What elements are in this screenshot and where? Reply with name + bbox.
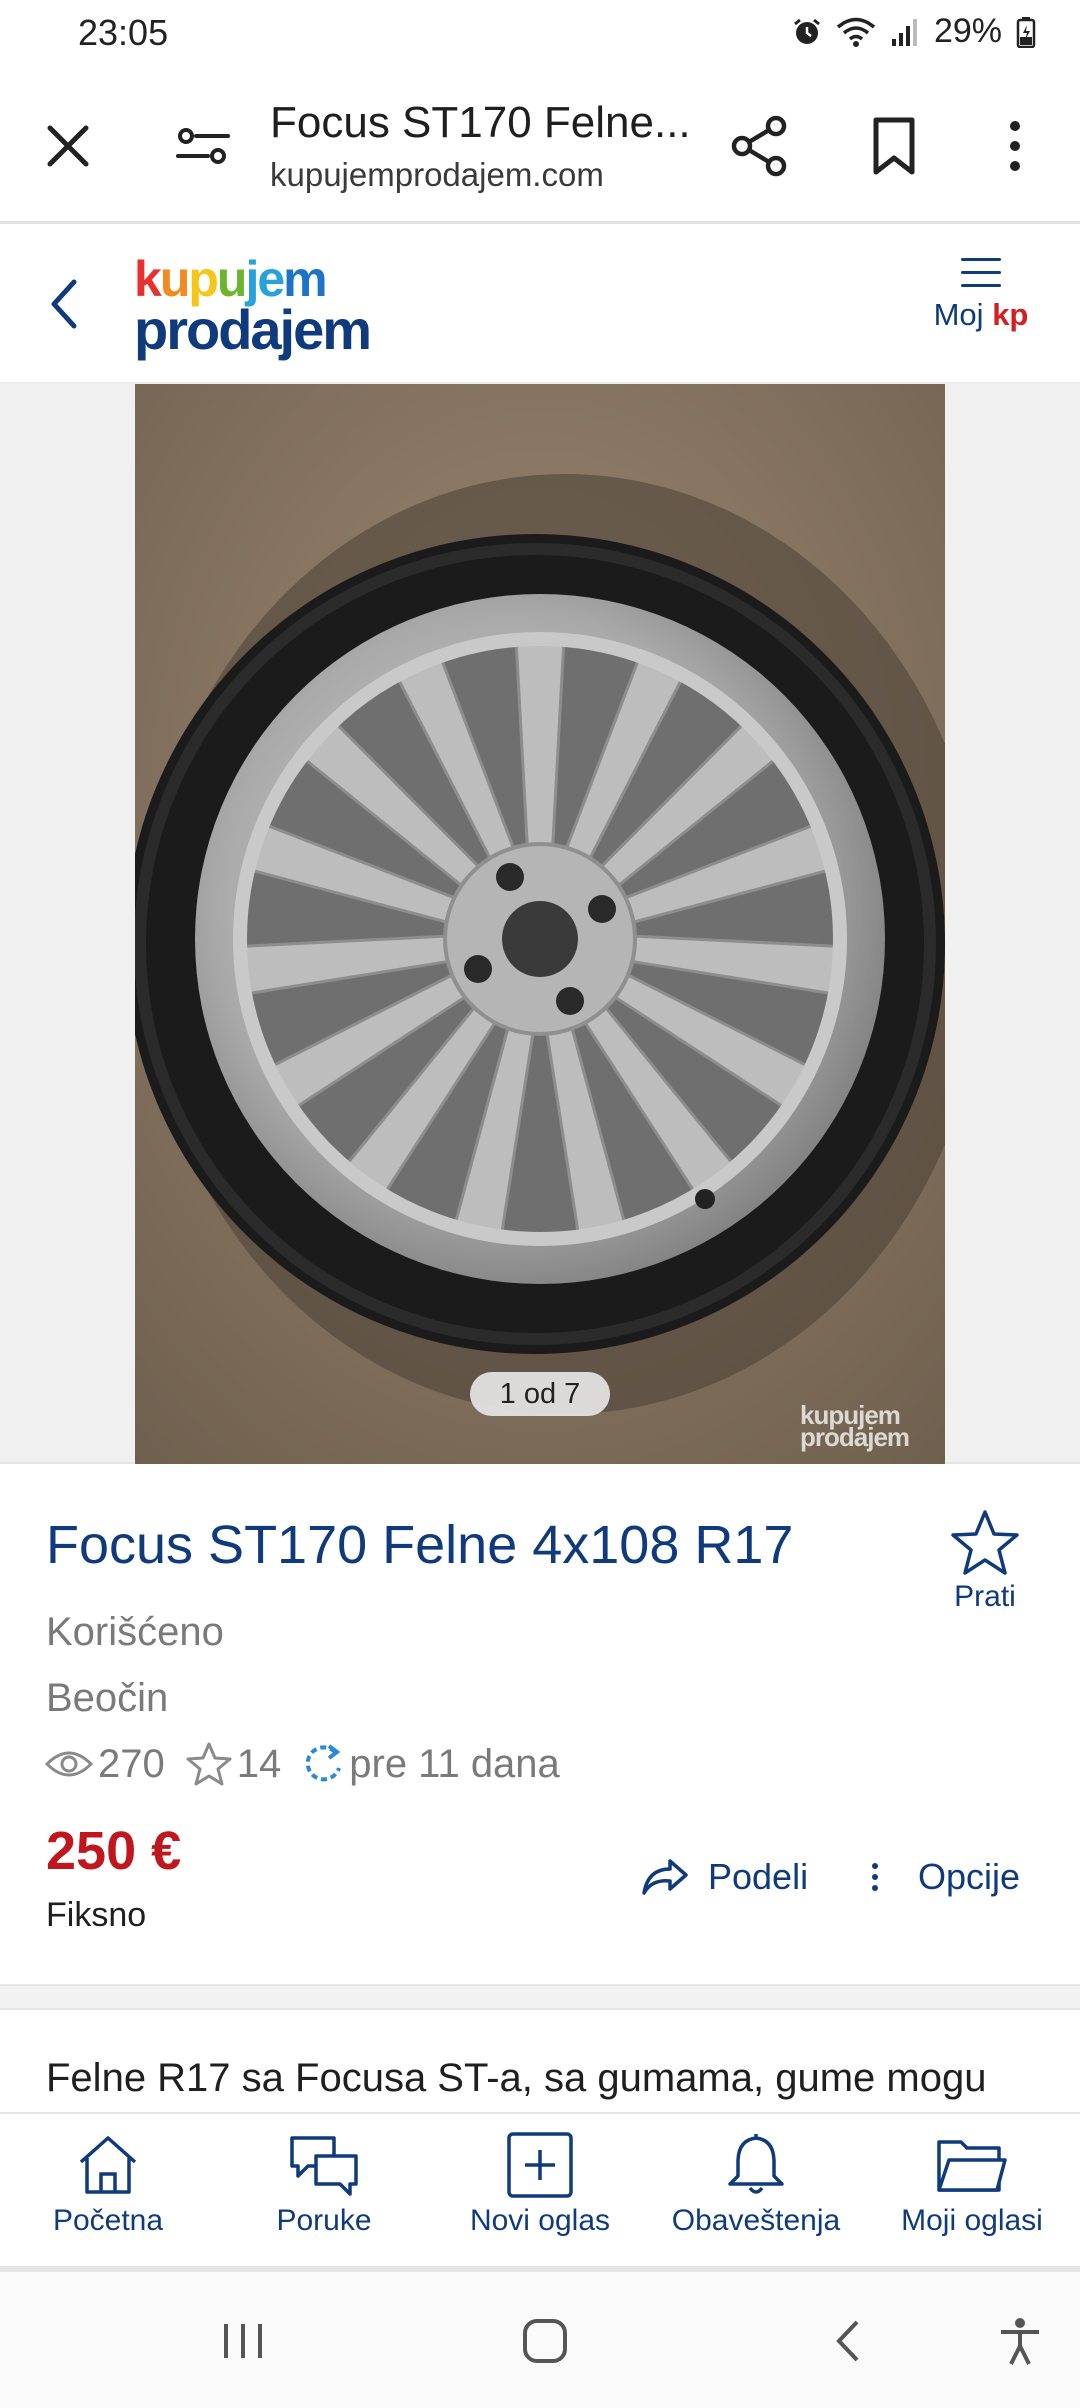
menu-label: Moj kp [933, 297, 1029, 332]
close-tab-button[interactable] [40, 118, 96, 174]
share-label: Podeli [708, 1856, 809, 1897]
wheel-photo [135, 384, 945, 1464]
options-button[interactable]: Opcije [872, 1856, 1020, 1898]
more-vertical-icon [1010, 121, 1020, 171]
back-button[interactable] [40, 272, 90, 336]
recent-apps-button[interactable] [218, 2316, 268, 2371]
nav-new-ad[interactable]: Novi oglas [432, 2132, 648, 2238]
share-icon [731, 115, 787, 177]
posted-time: pre 11 dana [349, 1741, 560, 1786]
tune-icon [176, 128, 230, 164]
listing-info: Focus ST170 Felne 4x108 R17 Prati Korišć… [0, 1464, 1080, 1984]
site-logo[interactable]: kupujem prodajem [134, 254, 374, 358]
section-divider [0, 1984, 1080, 2010]
refresh-icon [305, 1744, 342, 1782]
accessibility-button[interactable] [995, 2316, 1045, 2371]
browser-toolbar: Focus ST170 Felne... kupujemprodajem.com [0, 64, 1080, 224]
battery-icon [1016, 16, 1036, 48]
site-header: kupujem prodajem Moj kp [0, 224, 1080, 384]
nav-my-ads[interactable]: Moji oglasi [864, 2132, 1080, 2238]
options-label: Opcije [918, 1856, 1021, 1897]
back-system-button[interactable] [825, 2316, 875, 2371]
description-preview: Felne R17 sa Focusa ST-a, sa gumama, gum… [46, 2056, 987, 2100]
page-url[interactable]: kupujemprodajem.com [270, 156, 604, 194]
price-type: Fiksno [46, 1896, 147, 1934]
follow-button[interactable]: Prati [940, 1508, 1030, 1614]
home-button[interactable] [520, 2316, 570, 2371]
nav-new-ad-label: Novi oglas [469, 2204, 611, 2237]
follow-label: Prati [954, 1580, 1016, 1613]
home-icon [79, 2136, 137, 2194]
share-page-button[interactable] [728, 114, 790, 178]
system-navigation-bar [0, 2272, 1080, 2408]
add-ad-icon [507, 2132, 573, 2198]
nav-notifications-label: Obaveštenja [671, 2204, 841, 2237]
favorites-count: 14 [236, 1741, 282, 1786]
listing-stats: 270 14 pre 11 dana [44, 1736, 580, 1792]
site-settings-button[interactable] [172, 118, 234, 174]
nav-my-ads-label: Moji oglasi [901, 2204, 1043, 2237]
chevron-left-icon [51, 279, 77, 329]
bottom-navigation: Početna Poruke Novi oglas Obaveštenja Mo… [0, 2112, 1080, 2272]
share-listing-button[interactable]: Podeli [640, 1856, 808, 1898]
bookmark-button[interactable] [868, 114, 920, 178]
nav-home[interactable]: Početna [0, 2132, 216, 2238]
price: 250 € [46, 1821, 182, 1881]
nav-notifications[interactable]: Obaveštenja [648, 2132, 864, 2238]
status-time: 23:05 [78, 12, 169, 53]
image-gallery[interactable]: 1 od 7 kupujem prodajem [0, 384, 1080, 1464]
back-chevron-icon [836, 2320, 859, 2362]
posted-stat: pre 11 dana [301, 1742, 560, 1787]
star-icon [951, 1510, 1019, 1575]
listing-photo[interactable] [135, 384, 945, 1464]
home-square-icon [523, 2319, 567, 2363]
nav-home-label: Početna [52, 2204, 164, 2237]
favorites-stat: 14 [185, 1741, 282, 1787]
logo-line-1: kupujem [134, 251, 328, 307]
listing-title: Focus ST170 Felne 4x108 R17 [46, 1515, 794, 1575]
watermark: kupujem prodajem [800, 1400, 910, 1452]
page-title[interactable]: Focus ST170 Felne... [270, 98, 690, 148]
nav-messages-label: Poruke [276, 2204, 372, 2237]
bell-icon [728, 2134, 784, 2194]
views-stat: 270 [44, 1742, 165, 1787]
folder-icon [937, 2140, 1007, 2192]
more-vertical-icon [872, 1858, 880, 1896]
views-count: 270 [98, 1741, 165, 1786]
hamburger-icon [961, 258, 1001, 287]
messages-icon [290, 2136, 358, 2196]
alarm-icon [794, 18, 820, 44]
nav-messages[interactable]: Poruke [216, 2132, 432, 2238]
status-bar: 23:05 29% [0, 0, 1080, 64]
share-arrow-icon [642, 1859, 688, 1895]
eye-icon [44, 1751, 94, 1777]
moj-kp-menu-button[interactable]: Moj kp [926, 258, 1036, 354]
close-icon [47, 125, 89, 167]
recents-icon [224, 2324, 262, 2358]
star-outline-icon [186, 1742, 232, 1786]
wifi-icon [836, 17, 876, 47]
status-icons: 29% [792, 12, 1036, 51]
condition: Korišćeno [46, 1610, 224, 1654]
signal-icon [891, 18, 917, 46]
bookmark-icon [873, 117, 915, 175]
photo-counter: 1 od 7 [470, 1372, 610, 1416]
accessibility-icon [1001, 2318, 1039, 2365]
logo-line-2: prodajem [134, 298, 372, 361]
battery-percent: 29% [933, 12, 1002, 50]
browser-menu-button[interactable] [1000, 114, 1030, 178]
location: Beočin [46, 1676, 169, 1720]
